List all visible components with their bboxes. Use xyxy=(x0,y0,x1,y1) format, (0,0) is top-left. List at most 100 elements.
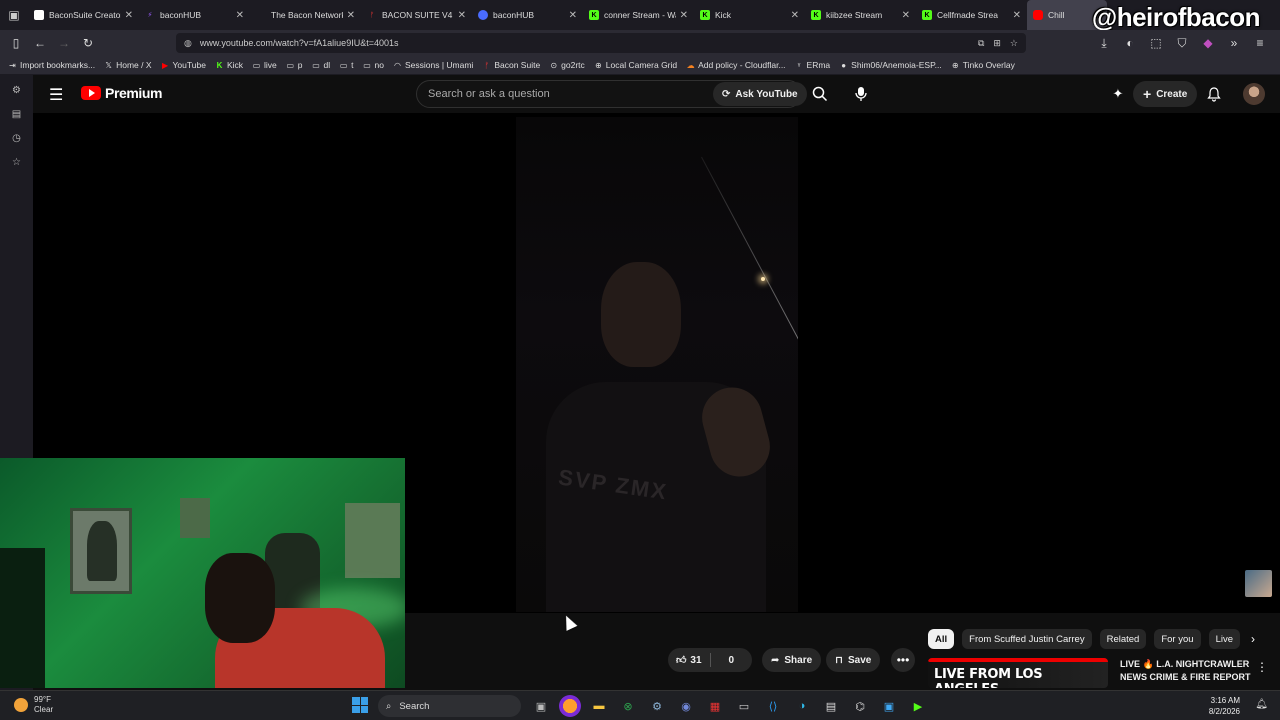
tab-list-icon[interactable]: ▣ xyxy=(0,0,28,30)
edge-icon[interactable]: ◑ xyxy=(791,695,813,717)
close-icon[interactable]: ✕ xyxy=(680,10,688,21)
extension-icon[interactable]: ◐ xyxy=(1118,31,1142,55)
profile-icon[interactable]: ◆ xyxy=(1196,31,1220,55)
kick-app-icon[interactable]: ▶ xyxy=(907,695,929,717)
create-button[interactable]: + Create xyxy=(1133,81,1198,107)
close-icon[interactable]: ✕ xyxy=(125,10,133,21)
sidebar-toggle-icon[interactable]: ▯ xyxy=(4,31,28,55)
bookmark-item[interactable]: ▶ YouTube xyxy=(161,60,206,70)
windows-start-icon[interactable] xyxy=(352,697,368,713)
menu-icon[interactable]: ≡ xyxy=(1248,31,1272,55)
downloads-icon[interactable]: ⤓ xyxy=(1092,31,1116,55)
mini-thumbnail[interactable] xyxy=(1245,570,1272,597)
gemini-sparkle-icon[interactable]: ✦ xyxy=(1109,85,1127,103)
hamburger-menu-icon[interactable]: ☰ xyxy=(49,85,63,105)
bookmark-item[interactable]: ⇥ Import bookmarks... xyxy=(8,60,95,70)
task-view-icon[interactable]: ▣ xyxy=(530,695,552,717)
bookmark-star-icon[interactable]: ☆ xyxy=(1010,38,1018,49)
picture-in-picture-icon[interactable]: ⧉ xyxy=(978,38,984,49)
close-icon[interactable]: ✕ xyxy=(791,10,799,21)
chevron-right-icon[interactable]: › xyxy=(1243,629,1263,649)
shield-icon[interactable]: ⛉ xyxy=(1170,31,1194,55)
weather-widget[interactable]: 99°F Clear xyxy=(14,695,53,715)
close-icon[interactable]: ✕ xyxy=(458,10,466,21)
bookmark-item[interactable]: ☁ Add policy - Cloudflar... xyxy=(686,60,786,70)
tab-conner-stream[interactable]: Kconner Stream - Wa ✕ xyxy=(583,0,694,30)
chatgpt-icon[interactable]: ⌬ xyxy=(849,695,871,717)
close-icon[interactable]: ✕ xyxy=(569,10,577,21)
url-bar[interactable]: ◍ www.youtube.com/watch?v=fA1aliue9IU&t=… xyxy=(176,33,1026,53)
synced-tabs-icon[interactable]: ▤ xyxy=(8,105,26,123)
reload-icon[interactable]: ↻ xyxy=(76,31,100,55)
save-button[interactable]: ⊓ Save xyxy=(826,648,881,672)
puzzle-icon[interactable]: ⬚ xyxy=(1144,31,1168,55)
bookmark-item[interactable]: ⊕ Local Camera Grid xyxy=(594,60,677,70)
media-app-icon[interactable]: ▦ xyxy=(704,695,726,717)
discord-icon[interactable]: ◉ xyxy=(675,695,697,717)
terminal-icon[interactable]: ▭ xyxy=(733,695,755,717)
share-button[interactable]: ➦ Share xyxy=(762,648,822,672)
bookmarks-icon[interactable]: ☆ xyxy=(8,153,26,171)
steam-icon[interactable]: ⚙ xyxy=(646,695,668,717)
chip-live[interactable]: Live xyxy=(1208,629,1240,649)
notification-center-icon[interactable]: 🔔︎ xyxy=(1255,699,1268,710)
ai-chat-icon[interactable]: ⚙ xyxy=(8,81,26,99)
bookmark-folder[interactable]: ▭ p xyxy=(286,60,303,70)
youtube-logo[interactable]: Premium xyxy=(81,85,163,101)
bookmark-folder[interactable]: ▭ no xyxy=(363,60,384,70)
search-icon[interactable] xyxy=(807,81,833,107)
microphone-icon[interactable] xyxy=(848,81,874,107)
remote-desktop-icon[interactable]: ▣ xyxy=(878,695,900,717)
file-explorer-icon[interactable]: ▬ xyxy=(588,695,610,717)
chip-all[interactable]: All xyxy=(928,629,955,649)
tab-bacon-dash[interactable]: BaconSuite Creator Dash ✕ xyxy=(28,0,139,30)
kebab-menu-icon[interactable]: ⋮ xyxy=(1256,660,1268,674)
close-icon[interactable]: ✕ xyxy=(347,10,355,21)
notifications-bell-icon[interactable] xyxy=(1205,85,1223,103)
tab-cellfmade[interactable]: K Cellfmade Strea ✕ xyxy=(916,0,1027,30)
tab-kick[interactable]: K Kick ✕ xyxy=(694,0,805,30)
bookmark-item[interactable]: 𝕏 Home / X xyxy=(104,60,151,70)
tab-bacon-network[interactable]: The Bacon Network ✕ xyxy=(250,0,361,30)
bookmark-item[interactable]: ◠ Sessions | Umami xyxy=(393,60,473,70)
bookmark-item[interactable]: K Kick xyxy=(215,60,243,70)
more-actions-icon[interactable]: ••• xyxy=(891,648,915,672)
close-icon[interactable]: ✕ xyxy=(1013,10,1021,21)
avatar[interactable] xyxy=(1243,83,1265,105)
bookmark-item[interactable]: ᵞ ERma xyxy=(795,60,831,70)
xbox-icon[interactable]: ⊗ xyxy=(617,695,639,717)
bookmark-item[interactable]: ᚠ Bacon Suite xyxy=(482,60,540,70)
history-icon[interactable]: ◷ xyxy=(8,129,26,147)
bookmark-item[interactable]: ● Shim06/Anemoia-ESP... xyxy=(839,60,941,70)
bookmark-item[interactable]: ⊙ go2rtc xyxy=(549,60,584,70)
tab-kiibzee[interactable]: Kkiibzee Stream ✕ xyxy=(805,0,916,30)
recommendation-thumbnail[interactable]: LIVE FROM LOS ANGELES xyxy=(928,658,1108,688)
chip-for-you[interactable]: For you xyxy=(1154,629,1201,649)
taskbar-search[interactable]: ⌕ Search xyxy=(378,695,521,717)
taskbar-clock[interactable]: 3:16 AM 8/2/2026 xyxy=(1209,695,1240,717)
back-icon[interactable]: ← xyxy=(28,31,52,55)
tab-bacon-suite[interactable]: ᚠ BACON SUITE V4 // ✕ xyxy=(361,0,472,30)
firefox-icon[interactable] xyxy=(559,695,581,717)
close-icon[interactable]: ✕ xyxy=(236,10,244,21)
bookmark-label: ERma xyxy=(806,60,831,70)
tab-baconhub[interactable]: ⚡ baconHUB ✕ xyxy=(139,0,250,30)
bookmark-folder[interactable]: ▭ t xyxy=(339,60,354,70)
site-info-icon[interactable]: ◍ xyxy=(184,38,192,49)
bookmark-folder[interactable]: ▭ live xyxy=(252,60,277,70)
bookmark-item[interactable]: ⊕ Tinko Overlay xyxy=(951,60,1015,70)
page-save-icon[interactable]: ⊞ xyxy=(993,38,1001,49)
overflow-chevron-icon[interactable]: » xyxy=(1222,31,1246,55)
bacon-hub-icon: ⚡ xyxy=(147,12,153,19)
vscode-icon[interactable]: ⟨⟩ xyxy=(762,695,784,717)
chip-from-channel[interactable]: From Scuffed Justin Carrey xyxy=(962,629,1092,649)
close-icon[interactable]: ✕ xyxy=(902,10,910,21)
notepad-icon[interactable]: ▤ xyxy=(820,695,842,717)
tab-baconhub-2[interactable]: baconHUB ✕ xyxy=(472,0,583,30)
like-button[interactable]: 👍︎ 31 xyxy=(668,648,710,672)
ask-youtube-button[interactable]: ⟳ Ask YouTube xyxy=(713,82,807,106)
forward-icon[interactable]: → xyxy=(52,31,76,55)
chip-related[interactable]: Related xyxy=(1099,629,1147,649)
bookmark-folder[interactable]: ▭ dl xyxy=(312,60,330,70)
dislike-button[interactable]: 0 xyxy=(711,648,753,672)
